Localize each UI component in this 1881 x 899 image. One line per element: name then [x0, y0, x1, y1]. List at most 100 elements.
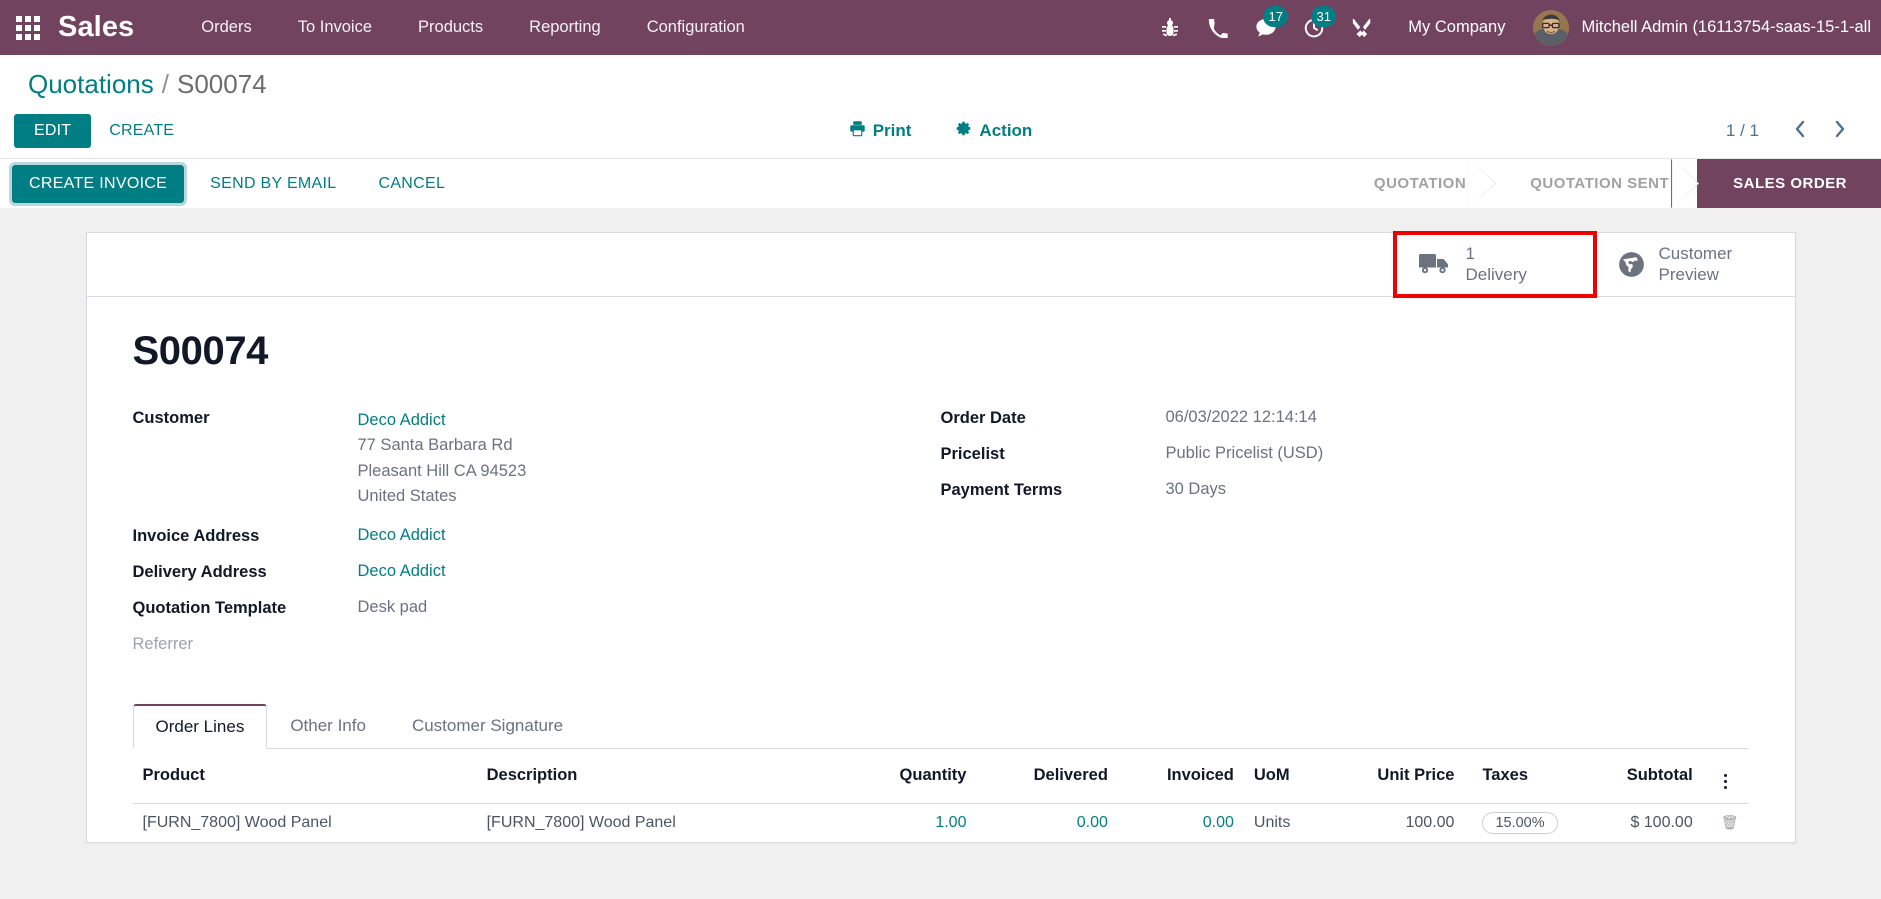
field-quotation-template-value[interactable]: Desk pad [358, 598, 428, 617]
sheet-body: S00074 Customer Deco Addict 77 Santa Bar… [87, 297, 1795, 670]
nav-menu-to-invoice[interactable]: To Invoice [275, 0, 395, 55]
field-delivery-address-value[interactable]: Deco Addict [358, 562, 446, 581]
trash-icon[interactable]: 🗑 [1721, 814, 1739, 830]
customer-name-link[interactable]: Deco Addict [358, 408, 527, 434]
cell-uom[interactable]: Units [1244, 803, 1338, 842]
phone-icon[interactable] [1194, 0, 1242, 55]
customer-address-line-2: Pleasant Hill CA 94523 [357, 461, 527, 480]
app-brand-sales[interactable]: Sales [56, 11, 140, 44]
company-switcher[interactable]: My Company [1386, 0, 1527, 55]
delivery-smart-button[interactable]: 1 Delivery [1392, 231, 1597, 298]
nav-menu-products[interactable]: Products [395, 0, 506, 55]
messages-badge: 17 [1263, 6, 1289, 27]
delivery-count: 1 [1465, 244, 1475, 263]
stage-quotation-sent[interactable]: QUOTATION SENT [1494, 159, 1698, 208]
tab-other-info[interactable]: Other Info [267, 704, 389, 749]
customer-preview-text: Customer Preview [1659, 243, 1733, 286]
customer-preview-smart-button[interactable]: Customer Preview [1594, 233, 1795, 296]
column-header-subtotal[interactable]: Subtotal [1606, 748, 1703, 804]
tax-chip: 15.00% [1482, 811, 1558, 834]
action-button[interactable]: Action [955, 120, 1032, 142]
user-menu[interactable]: Mitchell Admin (16113754-saas-15-1-all [1527, 0, 1881, 55]
username-label: Mitchell Admin (16113754-saas-15-1-all [1581, 18, 1871, 36]
cell-quantity[interactable]: 1.00 [851, 803, 977, 842]
cell-invoiced[interactable]: 0.00 [1118, 803, 1244, 842]
activity-clock-icon[interactable]: 31 [1290, 0, 1338, 55]
pager-next-button[interactable] [1822, 117, 1859, 146]
navbar-right-tools: 17 31 My Company Mitchell Admin (1611375… [1146, 0, 1881, 55]
edit-button[interactable]: EDIT [14, 114, 92, 148]
nav-menu-orders[interactable]: Orders [178, 0, 274, 55]
nav-menu-reporting[interactable]: Reporting [506, 0, 624, 55]
create-button[interactable]: CREATE [91, 114, 192, 148]
field-order-date: Order Date 06/03/2022 12:14:14 [941, 408, 1749, 428]
pager-previous-button[interactable] [1781, 117, 1818, 146]
form-column-left: Customer Deco Addict 77 Santa Barbara Rd… [133, 408, 941, 670]
tab-order-lines[interactable]: Order Lines [132, 703, 268, 749]
order-lines-head: Product Description Quantity Delivered I… [132, 748, 1749, 804]
stage-quotation[interactable]: QUOTATION [1337, 159, 1495, 208]
notebook-tabs: Order Lines Other Info Customer Signatur… [132, 703, 1749, 749]
send-by-email-button[interactable]: SEND BY EMAIL [194, 166, 352, 202]
column-header-quantity[interactable]: Quantity [850, 748, 977, 804]
column-header-delivered[interactable]: Delivered [976, 748, 1118, 804]
customer-preview-line1: Customer [1658, 244, 1733, 263]
avatar [1533, 9, 1570, 46]
optional-columns-toggle[interactable] [1702, 748, 1749, 804]
field-payment-terms-label: Payment Terms [940, 480, 1063, 499]
field-customer: Customer Deco Addict 77 Santa Barbara Rd… [133, 408, 941, 510]
breadcrumb: Quotations / S00074 [0, 55, 1881, 106]
stage-sales-order-wrap: SALES ORDER [1697, 159, 1881, 208]
field-invoice-address-label: Invoice Address [132, 526, 260, 545]
field-quotation-template-label: Quotation Template [132, 598, 287, 617]
apps-grid-icon[interactable] [0, 0, 56, 55]
column-header-uom[interactable]: UoM [1243, 748, 1338, 804]
customer-address-line-1: 77 Santa Barbara Rd [357, 436, 513, 455]
print-button[interactable]: Print [849, 120, 911, 142]
column-header-taxes[interactable]: Taxes [1464, 748, 1607, 804]
column-header-invoiced[interactable]: Invoiced [1117, 748, 1244, 804]
delivery-label: Delivery [1465, 265, 1527, 285]
bug-icon[interactable] [1146, 0, 1194, 55]
record-sheet: 1 Delivery Customer Preview S00074 Custo… [85, 231, 1796, 843]
developer-tools-icon[interactable] [1338, 0, 1386, 55]
form-column-right: Order Date 06/03/2022 12:14:14 Pricelist… [941, 408, 1749, 670]
smart-button-bar: 1 Delivery Customer Preview [86, 231, 1795, 298]
table-row[interactable]: [FURN_7800] Wood Panel [FURN_7800] Wood … [133, 803, 1749, 842]
printer-icon [849, 120, 866, 142]
field-payment-terms-value[interactable]: 30 Days [1166, 480, 1227, 499]
column-header-product[interactable]: Product [132, 748, 477, 804]
order-lines-table: Product Description Quantity Delivered I… [132, 748, 1749, 842]
field-order-date-value[interactable]: 06/03/2022 12:14:14 [1166, 408, 1317, 427]
nav-menu-configuration[interactable]: Configuration [624, 0, 768, 55]
cell-taxes[interactable]: 15.00% [1464, 803, 1606, 842]
navbar-menu: Orders To Invoice Products Reporting Con… [178, 0, 768, 55]
customer-preview-line2: Preview [1658, 265, 1719, 285]
activity-badge: 31 [1311, 6, 1337, 27]
cell-delivered[interactable]: 0.00 [976, 803, 1117, 842]
vertical-dots-icon[interactable] [1724, 773, 1728, 789]
cell-product[interactable]: [FURN_7800] Wood Panel [133, 803, 477, 842]
control-panel: Quotations / S00074 EDIT CREATE Print Ac… [0, 55, 1881, 208]
cancel-button[interactable]: CANCEL [362, 166, 461, 202]
status-pipeline: QUOTATION QUOTATION SENT SALES ORDER [1337, 159, 1881, 208]
stage-sales-order[interactable]: SALES ORDER [1697, 159, 1881, 208]
field-quotation-template: Quotation Template Desk pad [133, 598, 941, 618]
column-header-description[interactable]: Description [476, 748, 851, 804]
globe-icon [1618, 251, 1645, 278]
field-pricelist: Pricelist Public Pricelist (USD) [941, 444, 1749, 464]
field-delivery-address: Delivery Address Deco Addict [133, 562, 941, 582]
cell-delete-row[interactable]: 🗑 [1703, 803, 1749, 842]
breadcrumb-parent[interactable]: Quotations [28, 69, 154, 100]
create-invoice-button[interactable]: CREATE INVOICE [8, 161, 188, 206]
messages-icon[interactable]: 17 [1242, 0, 1290, 55]
field-invoice-address-value[interactable]: Deco Addict [358, 526, 446, 545]
tab-customer-signature[interactable]: Customer Signature [389, 704, 586, 749]
order-lines-body: [FURN_7800] Wood Panel [FURN_7800] Wood … [133, 803, 1749, 842]
control-panel-buttons: EDIT CREATE Print Action 1 / 1 [0, 106, 1881, 158]
column-header-unit-price[interactable]: Unit Price [1337, 748, 1465, 804]
cell-description[interactable]: [FURN_7800] Wood Panel [477, 803, 851, 842]
field-order-date-label: Order Date [940, 408, 1026, 427]
cell-unit-price[interactable]: 100.00 [1338, 803, 1465, 842]
field-pricelist-value[interactable]: Public Pricelist (USD) [1166, 444, 1324, 463]
